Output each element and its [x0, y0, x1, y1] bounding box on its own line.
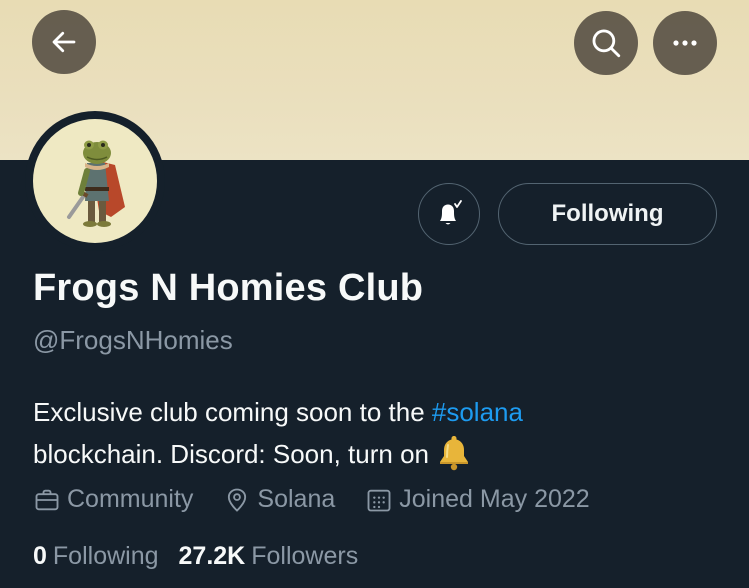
following-count: 0 — [33, 542, 47, 570]
hashtag-link[interactable]: #solana — [432, 397, 523, 427]
location-pin-icon — [228, 488, 247, 512]
avatar[interactable] — [33, 119, 157, 243]
category-item: Community — [33, 485, 193, 514]
profile-bio: Exclusive club coming soon to the #solan… — [33, 392, 723, 483]
following-button[interactable]: Following — [498, 183, 717, 245]
more-icon — [673, 40, 697, 46]
profile-name: Frogs N Homies Club — [33, 267, 424, 309]
frog-avatar-image — [67, 140, 125, 227]
bio-text-start: Exclusive club coming soon to the — [33, 397, 432, 427]
joined-label: Joined May 2022 — [399, 485, 590, 513]
followers-count: 27.2K — [178, 542, 246, 570]
bell-emoji — [435, 433, 473, 483]
following-stat-link[interactable]: 0 Following — [33, 542, 159, 571]
followers-label: Followers — [251, 542, 359, 570]
more-options-button[interactable] — [653, 11, 717, 75]
arrow-left-icon — [52, 31, 76, 53]
calendar-icon — [367, 489, 391, 511]
category-label: Community — [67, 485, 194, 513]
location-label: Solana — [257, 485, 336, 513]
following-label: Following — [52, 542, 159, 570]
location-item: Solana — [223, 485, 335, 514]
bio-text-end: blockchain. Discord: Soon, turn on — [33, 439, 429, 469]
avatar-frame[interactable] — [25, 111, 165, 251]
followers-stat-link[interactable]: 27.2K Followers — [179, 542, 359, 571]
profile-meta: Community Solana Joined May 2022 — [33, 485, 620, 514]
back-button[interactable] — [32, 10, 96, 74]
follow-stats: 0 Following 27.2K Followers — [33, 542, 378, 571]
bell-check-icon — [440, 200, 462, 225]
search-icon — [592, 29, 621, 58]
briefcase-icon — [35, 489, 59, 510]
search-button[interactable] — [574, 11, 638, 75]
profile-handle: @FrogsNHomies — [33, 325, 233, 355]
notifications-toggle-button[interactable] — [418, 183, 480, 245]
joined-item: Joined May 2022 — [365, 485, 590, 514]
